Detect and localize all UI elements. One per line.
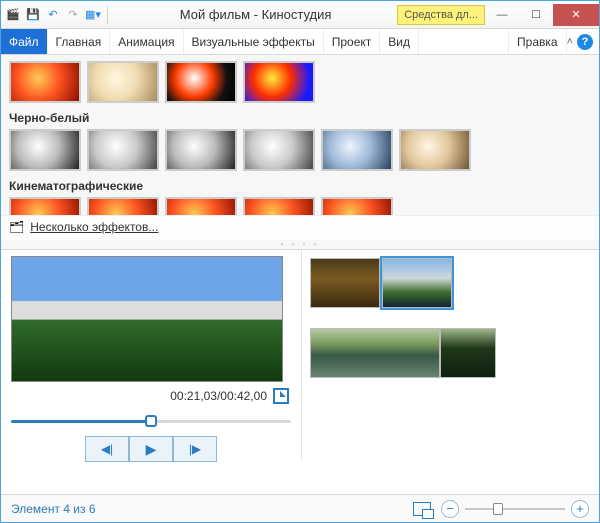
effect-thumb[interactable] bbox=[321, 129, 393, 171]
effect-thumb[interactable] bbox=[87, 197, 159, 215]
panel-grip[interactable]: • • • • bbox=[1, 240, 599, 249]
effect-thumb[interactable] bbox=[165, 129, 237, 171]
effects-section-bw: Черно-белый bbox=[9, 109, 591, 127]
title-bar: 🎬 💾 ↶ ↷ ▦▾ Мой фильм - Киностудия Средст… bbox=[1, 1, 599, 29]
tab-edit[interactable]: Правка bbox=[508, 29, 567, 54]
effect-thumb[interactable] bbox=[399, 129, 471, 171]
tab-home[interactable]: Главная bbox=[48, 29, 111, 54]
effect-thumb[interactable] bbox=[243, 129, 315, 171]
status-bar: Элемент 4 из 6 − + bbox=[1, 494, 599, 522]
effects-gallery: Черно-белый Кинематографические 🗂 Нескол… bbox=[1, 55, 599, 250]
effect-thumb[interactable] bbox=[243, 61, 315, 103]
stack-icon: 🗂 bbox=[9, 220, 24, 234]
timeline-clip[interactable] bbox=[310, 258, 380, 308]
preview-pane: 00:21,03/00:42,00 ◀| ▶ |▶ bbox=[1, 250, 301, 460]
qat-menu-icon[interactable]: ▦▾ bbox=[85, 7, 101, 23]
app-icon: 🎬 bbox=[5, 7, 21, 23]
effect-thumb[interactable] bbox=[9, 129, 81, 171]
undo-icon[interactable]: ↶ bbox=[45, 7, 61, 23]
ribbon-tabs: Файл Главная Анимация Визуальные эффекты… bbox=[1, 29, 599, 55]
multiple-effects-label: Несколько эффектов... bbox=[30, 220, 158, 234]
playback-controls: ◀| ▶ |▶ bbox=[11, 436, 291, 462]
effect-thumb[interactable] bbox=[165, 197, 237, 215]
effect-thumb[interactable] bbox=[87, 61, 159, 103]
zoom-slider[interactable] bbox=[465, 502, 565, 516]
timeline-row bbox=[310, 258, 591, 308]
effect-thumb[interactable] bbox=[9, 61, 81, 103]
effects-row-recent bbox=[9, 59, 591, 109]
collapse-ribbon-icon[interactable]: ˄ bbox=[567, 36, 573, 48]
workspace: 00:21,03/00:42,00 ◀| ▶ |▶ bbox=[1, 250, 599, 460]
next-frame-button[interactable]: |▶ bbox=[173, 436, 217, 462]
play-button[interactable]: ▶ bbox=[129, 436, 173, 462]
effect-thumb[interactable] bbox=[321, 197, 393, 215]
redo-icon[interactable]: ↷ bbox=[65, 7, 81, 23]
effects-row-cine bbox=[9, 195, 591, 215]
video-preview[interactable] bbox=[11, 256, 283, 382]
save-icon[interactable]: 💾 bbox=[25, 7, 41, 23]
timeline-clip[interactable] bbox=[382, 258, 452, 308]
tab-visual-effects[interactable]: Визуальные эффекты bbox=[184, 29, 324, 54]
tab-view[interactable]: Вид bbox=[380, 29, 419, 54]
quick-access-toolbar: 🎬 💾 ↶ ↷ ▦▾ bbox=[1, 6, 114, 24]
window-title: Мой фильм - Киностудия bbox=[114, 7, 397, 22]
view-mode-icon[interactable] bbox=[413, 502, 431, 516]
prev-frame-button[interactable]: ◀| bbox=[85, 436, 129, 462]
tab-file[interactable]: Файл bbox=[1, 29, 48, 54]
effects-section-cine: Кинематографические bbox=[9, 177, 591, 195]
multiple-effects-button[interactable]: 🗂 Несколько эффектов... bbox=[1, 215, 599, 240]
timeline-row bbox=[310, 328, 591, 378]
close-button[interactable]: ✕ bbox=[553, 4, 599, 26]
zoom-in-button[interactable]: + bbox=[571, 500, 589, 518]
help-icon[interactable]: ? bbox=[577, 34, 593, 50]
effect-thumb[interactable] bbox=[87, 129, 159, 171]
effects-row-bw bbox=[9, 127, 591, 177]
tab-project[interactable]: Проект bbox=[324, 29, 381, 54]
time-display: 00:21,03/00:42,00 bbox=[170, 389, 267, 403]
window-controls: — ☐ ✕ bbox=[485, 4, 599, 26]
timeline-clip[interactable] bbox=[440, 328, 496, 378]
status-element-count: Элемент 4 из 6 bbox=[11, 502, 96, 516]
effect-thumb[interactable] bbox=[243, 197, 315, 215]
timeline-pane[interactable] bbox=[301, 250, 599, 460]
zoom-out-button[interactable]: − bbox=[441, 500, 459, 518]
maximize-button[interactable]: ☐ bbox=[519, 4, 553, 26]
time-display-row: 00:21,03/00:42,00 bbox=[11, 382, 291, 410]
effect-thumb[interactable] bbox=[9, 197, 81, 215]
timeline-clip[interactable] bbox=[310, 328, 440, 378]
effect-thumb[interactable] bbox=[165, 61, 237, 103]
seek-slider[interactable] bbox=[11, 412, 291, 430]
tab-animation[interactable]: Анимация bbox=[110, 29, 183, 54]
fullscreen-icon[interactable] bbox=[273, 388, 289, 404]
contextual-tab[interactable]: Средства дл... bbox=[397, 5, 485, 25]
minimize-button[interactable]: — bbox=[485, 4, 519, 26]
